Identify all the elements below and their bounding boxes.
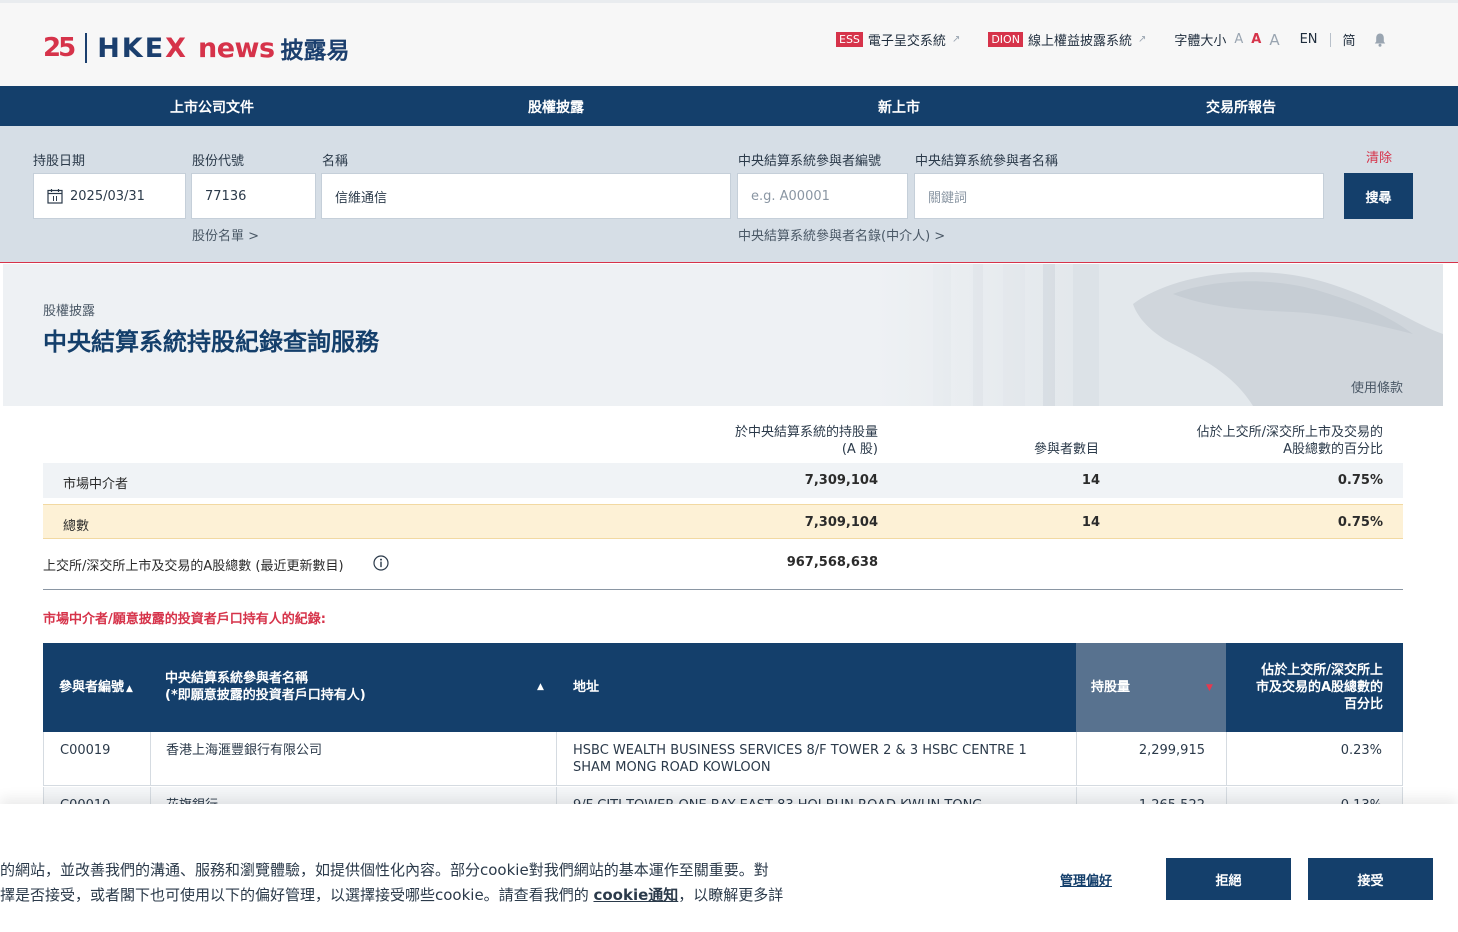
th-address[interactable]: 地址 [573,679,599,696]
clear-button[interactable]: 清除 [1366,147,1392,166]
participant-name-label: 中央結算系統參與者名稱 [915,154,1059,169]
header-links: ESS 電子呈交系統 ↗ DION 線上權益披露系統 ↗ 字體大小 A A A … [836,30,1386,49]
logo-divider [85,33,88,63]
hkexnews-logo[interactable]: 25 HKEX news 披露易 [43,31,350,65]
col-divider [1076,732,1077,786]
terms-of-use-link[interactable]: 使用條款 [1351,377,1403,396]
shareholding-date-input[interactable]: 2025/03/31 [33,173,186,219]
cell-participant-name: 香港上海滙豐銀行有限公司 [166,743,323,758]
section-divider [43,589,1403,590]
total-count: 14 [1081,515,1100,530]
issued-shares-label: 上交所/深交所上市及交易的A股總數 (最近更新數目) [43,559,344,574]
records-title: 市場中介者/願意披露的投資者戶口持有人的紀錄: [43,612,326,627]
participant-id-label: 中央結算系統參與者編號 [738,154,882,169]
anniversary-logo: 25 [43,33,76,63]
participant-id-input[interactable]: e.g. A00001 [737,173,908,219]
logo-hkex: HKEX [97,32,188,64]
font-size-medium[interactable]: A [1251,32,1261,47]
summary-header-count: 參與者數目 [1033,442,1099,457]
logo-chinese: 披露易 [280,38,350,64]
table-row: C00019 香港上海滙豐銀行有限公司 HSBC WEALTH BUSINESS… [43,732,1403,786]
nav-listed-company[interactable]: 上市公司文件 [170,97,254,117]
nav-new-listings[interactable]: 新上市 [878,97,920,117]
font-size-control: 字體大小 A A A [1174,30,1279,50]
sort-up-icon[interactable]: ▲ [537,679,544,696]
stock-name-label: 名稱 [322,154,349,169]
stock-name-input[interactable]: 信維通信 [321,173,731,219]
th-holding[interactable]: 持股量 [1091,679,1130,696]
th-percent[interactable]: 佔於上交所/深交所上 市及交易的A股總數的 百分比 [1256,662,1383,713]
ess-label: 電子呈交系統 [867,34,946,49]
dion-link[interactable]: DION 線上權益披露系統 ↗ [988,30,1146,49]
date-value: 2025/03/31 [70,188,145,204]
total-holding: 7,309,104 [804,515,878,530]
summary-header-percent: 佔於上交所/深交所上市及交易的 A股總數的百分比 [1196,425,1383,457]
total-label: 總數 [63,519,90,534]
th-participant-id[interactable]: 參與者編號 ▲ [59,679,133,698]
cell-percent: 0.23% [1340,743,1382,758]
records-table-header: 參與者編號 ▲ 中央結算系統參與者名稱 (*即願意披露的投資者戶口持有人) ▲ 地… [43,643,1403,732]
search-button[interactable]: 搜尋 [1344,173,1413,219]
info-icon[interactable] [373,555,389,571]
font-size-small[interactable]: A [1234,32,1243,47]
reject-cookies-button[interactable]: 拒絕 [1166,858,1291,900]
date-label: 持股日期 [33,154,86,169]
col-divider [556,732,557,786]
dion-badge: DION [988,32,1023,47]
lang-en-link[interactable]: EN [1300,32,1318,47]
cookie-message: 的網站，並改善我們的溝通、服務和瀏覽體驗，如提供個性化內容。部分cookie對我… [0,861,784,904]
manage-preferences-link[interactable]: 管理偏好 [1060,870,1112,889]
lang-sc-link[interactable]: 简 [1343,30,1356,49]
sort-up-icon: ▲ [126,684,133,694]
accept-cookies-button[interactable]: 接受 [1308,858,1433,900]
logo-news: news [197,32,275,64]
page-banner: 股權披露 中央結算系統持股紀錄查詢服務 使用條款 [3,264,1443,406]
ess-badge: ESS [836,32,863,47]
breadcrumb[interactable]: 股權披露 [43,300,95,319]
page-title: 中央結算系統持股紀錄查詢服務 [43,328,379,356]
font-size-label: 字體大小 [1174,34,1227,49]
summary-row-total: 總數 7,309,104 14 0.75% [43,504,1403,539]
dion-label: 線上權益披露系統 [1027,34,1132,49]
col-divider [1226,732,1227,786]
site-header: 25 HKEX news 披露易 ESS 電子呈交系統 ↗ DION 線上權益披… [0,3,1458,86]
search-panel: 持股日期 2025/03/31 股份代號 77136 股份名單 > 名稱 信維通… [0,126,1458,263]
main-nav: 上市公司文件 股權披露 新上市 交易所報告 [0,86,1458,126]
intermediary-label: 市場中介者 [63,477,129,492]
th-participant-name[interactable]: 中央結算系統參與者名稱 (*即願意披露的投資者戶口持有人) [165,670,366,704]
font-size-large[interactable]: A [1269,31,1279,49]
external-link-icon: ↗ [951,34,961,45]
sort-down-icon[interactable]: ▼ [1206,680,1213,697]
issued-shares-value: 967,568,638 [786,555,878,570]
calendar-icon [47,189,63,204]
participant-name-input[interactable]: 關鍵詞 [914,173,1324,219]
intermediary-holding: 7,309,104 [804,473,878,488]
summary-header-holding: 於中央結算系統的持股量 (A 股) [734,425,878,457]
bell-icon[interactable] [1374,33,1386,47]
nav-disclosure-of-interests[interactable]: 股權披露 [528,97,584,117]
cookie-consent-banner: 的網站，並改善我們的溝通、服務和瀏覽體驗，如提供個性化內容。部分cookie對我… [0,804,1458,932]
col-divider [150,732,151,786]
participant-list-link[interactable]: 中央結算系統參與者名錄(中介人) > [738,225,945,244]
cell-address: HSBC WEALTH BUSINESS SERVICES 8/F TOWER … [573,743,1027,775]
stock-code-label: 股份代號 [192,154,245,169]
stock-code-input[interactable]: 77136 [191,173,316,219]
external-link-icon: ↗ [1137,34,1147,45]
cell-participant-id: C00019 [60,743,111,758]
cell-holding: 2,299,915 [1138,743,1205,758]
nav-exchange-reports[interactable]: 交易所報告 [1206,97,1276,117]
stock-list-link[interactable]: 股份名單 > [192,225,259,244]
total-percent: 0.75% [1337,515,1383,530]
cookie-notice-link[interactable]: cookie通知 [593,886,678,904]
intermediary-count: 14 [1081,473,1100,488]
lang-separator [1329,32,1331,47]
intermediary-percent: 0.75% [1337,473,1383,488]
summary-row-intermediary: 市場中介者 7,309,104 14 0.75% [43,463,1403,498]
ess-link[interactable]: ESS 電子呈交系統 ↗ [836,30,960,49]
